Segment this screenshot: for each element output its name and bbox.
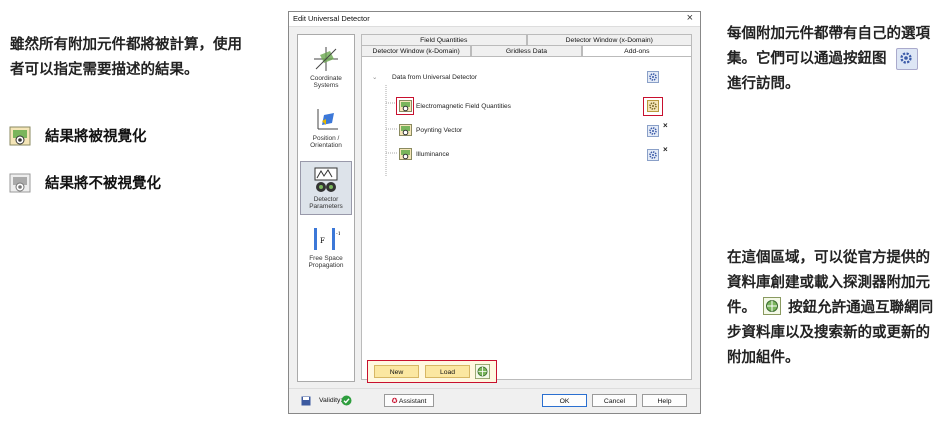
check-icon bbox=[341, 395, 352, 406]
sidebar-label: Coordinate Systems bbox=[310, 75, 342, 89]
new-button[interactable]: New bbox=[374, 365, 419, 378]
item-options-gear-button[interactable] bbox=[647, 100, 659, 112]
coordinate-systems-icon bbox=[314, 47, 338, 71]
load-button[interactable]: Load bbox=[425, 365, 470, 378]
addon-visualized-icon[interactable] bbox=[399, 100, 412, 112]
tree-item-label: Poynting Vector bbox=[416, 127, 463, 134]
sidebar-item-detector-parameters[interactable]: Detector Parameters bbox=[300, 161, 352, 215]
assistant-button[interactable]: ✪ Assistant bbox=[384, 394, 434, 407]
tab-row-1: Field Quantities Detector Window (x-Doma… bbox=[361, 34, 692, 45]
sidebar-label: Detector Parameters bbox=[309, 196, 343, 210]
addon-library-bar: New Load bbox=[367, 360, 497, 383]
tree-item-label: Electromagnetic Field Quantities bbox=[416, 103, 511, 110]
gear-icon bbox=[649, 151, 657, 159]
tab-detector-window-x-domain[interactable]: Detector Window (x-Domain) bbox=[526, 34, 692, 45]
position-orientation-icon bbox=[317, 109, 338, 130]
free-space-propagation-icon: F -1 bbox=[314, 228, 340, 250]
gear-icon bbox=[895, 48, 918, 70]
ok-button[interactable]: OK bbox=[542, 394, 587, 407]
add-ons-panel: ⌄ Data from Universal Detector Electroma… bbox=[361, 56, 692, 380]
addon-hidden-icon bbox=[9, 173, 31, 192]
sidebar-label: Free Space Propagation bbox=[308, 255, 344, 269]
tab-add-ons[interactable]: Add-ons bbox=[581, 45, 692, 56]
right-top-text-2: 進行訪問。 bbox=[727, 76, 800, 92]
right-top-annotation: 每個附加元件都帶有自己的選項集。它們可以通過按鈕图 進行訪問。 bbox=[727, 22, 937, 97]
remove-icon[interactable]: × bbox=[663, 121, 668, 130]
tree-item-label: Illuminance bbox=[416, 151, 450, 158]
help-button[interactable]: Help bbox=[642, 394, 687, 407]
item-options-gear-button[interactable] bbox=[647, 125, 659, 137]
detector-parameters-icon bbox=[314, 167, 338, 192]
collapse-chevron-icon[interactable]: ⌄ bbox=[372, 73, 378, 81]
gear-icon bbox=[649, 102, 657, 110]
svg-text:F: F bbox=[320, 237, 325, 245]
addon-visualized-icon bbox=[9, 126, 31, 145]
gear-icon bbox=[649, 127, 657, 135]
right-bottom-text-2: 按鈕允許通過互聯網同步資料庫以及搜索新的或更新的附加組件。 bbox=[727, 300, 934, 366]
sidebar-item-free-space-propagation[interactable]: F -1 Free Space Propagation bbox=[300, 221, 352, 275]
tab-row-2: Detector Window (k-Domain) Gridless Data… bbox=[361, 45, 692, 56]
dialog-footer: Validity: ✪ Assistant OK Cancel Help bbox=[289, 388, 700, 414]
remove-icon[interactable]: × bbox=[663, 145, 668, 154]
right-bottom-annotation: 在這個區域，可以從官方提供的資料庫創建或載入探測器附加元件。 按鈕允許通過互聯網… bbox=[727, 246, 942, 371]
tree-root-label: Data from Universal Detector bbox=[392, 74, 478, 81]
close-icon[interactable]: × bbox=[687, 12, 693, 24]
sync-globe-icon bbox=[763, 297, 782, 315]
validity-label: Validity: bbox=[319, 397, 343, 404]
left-annotation: 雖然所有附加元件都將被計算，使用者可以指定需要描述的結果。 bbox=[10, 37, 242, 78]
assistant-label: Assistant bbox=[398, 398, 427, 405]
item-options-gear-button[interactable] bbox=[647, 149, 659, 161]
sync-globe-icon[interactable] bbox=[475, 364, 490, 379]
addon-visualized-icon[interactable] bbox=[399, 148, 412, 160]
sidebar-label: Position / Orientation bbox=[310, 135, 342, 149]
legend-visualized: 結果將被視覺化 bbox=[9, 125, 147, 146]
tab-gridless-data[interactable]: Gridless Data bbox=[471, 45, 582, 56]
addon-visualized-icon[interactable] bbox=[399, 124, 412, 136]
legend-not-visualized-text: 結果將不被視覺化 bbox=[45, 176, 161, 192]
sidebar-item-coordinate-systems[interactable]: Coordinate Systems bbox=[300, 41, 352, 95]
sidebar-item-position-orientation[interactable]: Position / Orientation bbox=[300, 101, 352, 155]
gear-icon bbox=[649, 73, 657, 81]
dialog-title: Edit Universal Detector bbox=[293, 14, 370, 23]
legend-visualized-text: 結果將被視覺化 bbox=[45, 129, 147, 145]
root-options-gear-button[interactable] bbox=[647, 71, 659, 83]
cancel-button[interactable]: Cancel bbox=[592, 394, 637, 407]
edit-universal-detector-dialog: Edit Universal Detector × Coordinate Sys… bbox=[288, 11, 701, 414]
tab-field-quantities[interactable]: Field Quantities bbox=[361, 34, 527, 45]
dialog-sidebar: Coordinate Systems Position / Orientatio… bbox=[297, 34, 355, 382]
dialog-main: Field Quantities Detector Window (x-Doma… bbox=[361, 34, 692, 380]
legend-not-visualized: 結果將不被視覺化 bbox=[9, 172, 161, 193]
tab-detector-window-k-domain[interactable]: Detector Window (k-Domain) bbox=[361, 45, 472, 56]
assistant-icon: ✪ bbox=[391, 398, 398, 405]
svg-text:-1: -1 bbox=[336, 231, 340, 237]
dialog-titlebar: Edit Universal Detector × bbox=[289, 12, 700, 27]
save-icon[interactable] bbox=[301, 396, 311, 406]
